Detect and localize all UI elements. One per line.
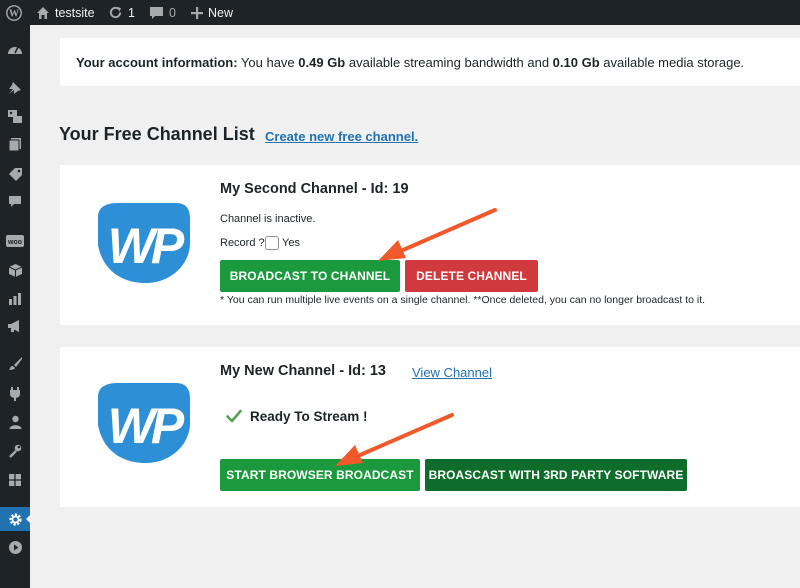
updates-icon [108, 5, 123, 20]
home-icon [36, 6, 50, 20]
notice-text-3: available media storage. [599, 54, 745, 70]
wp-logo: WP [98, 203, 190, 283]
dashboard-icon[interactable] [0, 37, 30, 61]
notice-text-2: available streaming bandwidth and [345, 54, 553, 70]
table-icon[interactable] [0, 468, 30, 492]
comments-icon [149, 6, 164, 20]
account-info-notice: Your account information: You have 0.49 … [60, 38, 800, 86]
updates-link[interactable]: 1 [108, 0, 135, 25]
updates-count: 1 [128, 5, 135, 20]
storage-value: 0.10 Gb [552, 54, 600, 70]
wrench-icon[interactable] [0, 439, 30, 463]
third-party-broadcast-button[interactable]: BROASCAST WITH 3RD PARTY SOFTWARE [425, 459, 687, 491]
record-yes-label: Yes [282, 237, 300, 249]
site-name: testsite [55, 5, 95, 20]
svg-text:WP: WP [108, 218, 185, 274]
channel-card: WP My Second Channel - Id: 19 Channel is… [60, 165, 800, 325]
broadcast-to-channel-button[interactable]: BROADCAST TO CHANNEL [220, 260, 400, 292]
svg-text:WP: WP [108, 398, 185, 454]
svg-text:W: W [9, 8, 19, 19]
plus-icon [191, 6, 203, 19]
analytics-icon[interactable] [0, 286, 30, 310]
new-label: New [208, 5, 234, 20]
page-title: Your Free Channel List [59, 124, 255, 144]
delete-channel-button[interactable]: DELETE CHANNEL [405, 260, 538, 292]
comments-link[interactable]: 0 [149, 0, 176, 25]
admin-sidebar: woo [0, 25, 31, 588]
box-icon[interactable] [0, 258, 30, 282]
channel-title: My New Channel - Id: 13 [220, 363, 386, 379]
media-icon[interactable] [0, 104, 30, 128]
record-label: Record ? [220, 237, 265, 249]
user-icon[interactable] [0, 410, 30, 434]
bandwidth-value: 0.49 Gb [298, 54, 346, 70]
channel-status: Channel is inactive. [220, 213, 316, 225]
view-channel-link[interactable]: View Channel [412, 365, 492, 380]
channel-card: WP My New Channel - Id: 13 View Channel … [60, 347, 800, 507]
settings-icon[interactable] [0, 507, 31, 531]
account-info-label: Your account information: [76, 54, 238, 70]
comments-count: 0 [169, 5, 176, 20]
pin-icon[interactable] [0, 76, 30, 100]
wp-logo: WP [98, 383, 190, 463]
record-checkbox[interactable] [265, 236, 279, 250]
wordpress-logo-icon[interactable]: W [6, 0, 22, 25]
channel-note: * You can run multiple live events on a … [220, 294, 706, 306]
ready-status: Ready To Stream ! [250, 409, 368, 424]
start-browser-broadcast-button[interactable]: START BROWSER BROADCAST [220, 459, 420, 491]
tag-icon[interactable] [0, 162, 30, 186]
checkmark-icon [226, 409, 242, 423]
megaphone-icon[interactable] [0, 314, 30, 338]
play-icon[interactable] [0, 535, 30, 559]
new-content-link[interactable]: New [191, 0, 233, 25]
create-channel-link[interactable]: Create new free channel. [265, 129, 418, 144]
site-name-link[interactable]: testsite [36, 0, 95, 25]
plugin-icon[interactable] [0, 381, 30, 405]
admin-bar: W testsite 1 0 New [0, 0, 800, 25]
channel-title: My Second Channel - Id: 19 [220, 181, 409, 197]
woocommerce-icon[interactable]: woo [0, 229, 30, 253]
notice-text-1: You have [237, 54, 299, 70]
svg-text:woo: woo [7, 239, 22, 246]
pages-icon[interactable] [0, 132, 30, 156]
comments-menu-icon[interactable] [0, 189, 30, 213]
brush-icon[interactable] [0, 351, 30, 375]
